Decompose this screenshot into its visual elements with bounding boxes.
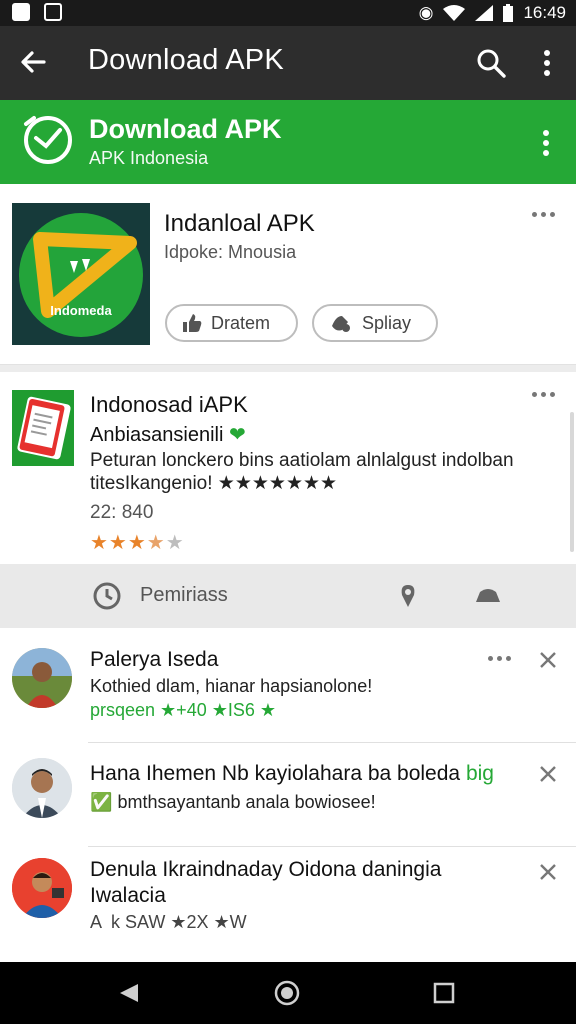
- battery-icon: [503, 4, 514, 22]
- vibrate-icon: ◉: [418, 3, 434, 22]
- listing-subtitle: Anbiasansienili ❤: [90, 422, 246, 447]
- permissions-bar[interactable]: Pemiriass: [0, 564, 576, 628]
- verified-check-icon: ✅: [90, 792, 113, 812]
- notification-item[interactable]: Denula Ikraindnaday Oidona daningia Iwal…: [0, 848, 576, 960]
- notification-text: ✅ bmthsayantanb anala bowiosee!: [90, 792, 376, 813]
- location-icon[interactable]: [398, 583, 418, 609]
- listing-description-line2: titesIkangenio! ★★★★★★★: [90, 473, 338, 494]
- thumbs-up-icon: [183, 314, 202, 332]
- notification-name: Hana Ihemen Nb kayiolahara ba boleda big: [90, 762, 494, 786]
- cloud-icon[interactable]: [474, 586, 502, 606]
- like-button-label: Dratem: [211, 312, 271, 333]
- listing-title: Indonosad iAPK: [90, 392, 248, 417]
- app-bar-title: Download APK: [88, 44, 284, 76]
- more-vert-icon[interactable]: [536, 46, 558, 80]
- notification-name: Palerya Iseda: [90, 648, 219, 671]
- phone-document-icon: [12, 390, 74, 466]
- app-card-featured[interactable]: Indomeda Indanloal APK Idpoke: Mnousia D…: [0, 186, 576, 365]
- listing-description-line1: Peturan lonckero bins aatiolam alnlalgus…: [90, 450, 514, 471]
- banner-subtitle: APK Indonesia: [89, 148, 209, 168]
- nav-home-icon[interactable]: [274, 980, 300, 1006]
- notification-item[interactable]: Palerya Iseda Kothied dlam, hianar hapsi…: [0, 630, 576, 740]
- app-subtitle: Idpoke: Mnousia: [164, 242, 297, 262]
- share-icon: [332, 316, 350, 332]
- close-icon[interactable]: [538, 862, 558, 882]
- notification-name-text: Hana Ihemen Nb kayiolahara ba boleda: [90, 762, 461, 785]
- system-nav-bar: [0, 962, 576, 1024]
- notification-divider: [88, 846, 576, 847]
- app-bar: Download APK: [0, 26, 576, 100]
- notification-gallery-icon: [44, 3, 62, 21]
- app-title: Indanloal APK: [164, 210, 315, 237]
- nav-recents-icon[interactable]: [433, 982, 455, 1004]
- share-button[interactable]: Spliay: [312, 304, 438, 342]
- close-icon[interactable]: [538, 650, 558, 670]
- app-banner[interactable]: Download APK APK Indonesia: [0, 100, 576, 184]
- section-divider: [0, 365, 576, 372]
- download-apk-logo-icon: [24, 116, 72, 164]
- notification-name-suffix: big: [465, 762, 494, 785]
- notification-meta: A k SAW ★2X ★W: [90, 912, 247, 932]
- status-bar: ◉ 16:49: [0, 0, 576, 26]
- app-card-listing[interactable]: Indonosad iAPK Anbiasansienili ❤ Peturan…: [0, 372, 576, 564]
- banner-more-icon[interactable]: [536, 126, 556, 160]
- download-count: 22: 840: [90, 502, 154, 523]
- wifi-icon: [443, 5, 466, 21]
- back-arrow-icon[interactable]: [16, 44, 52, 80]
- listing-subtitle-text: Anbiasansienili: [90, 424, 224, 446]
- app-icon: Indomeda: [12, 203, 150, 345]
- notification-app-icon: [12, 3, 30, 21]
- permissions-label: Pemiriass: [140, 584, 228, 606]
- notification-meta: prsqeen ★+40 ★IS6 ★: [90, 700, 277, 720]
- scrollbar[interactable]: [570, 412, 574, 552]
- like-button[interactable]: Dratem: [165, 304, 298, 342]
- notification-name-line2: Iwalacia: [90, 884, 166, 907]
- notification-item[interactable]: Hana Ihemen Nb kayiolahara ba boleda big…: [0, 744, 576, 844]
- star-rating: ★★★★★: [90, 532, 185, 554]
- clock-icon: [93, 582, 121, 610]
- green-heart-icon: ❤: [228, 424, 246, 446]
- notification-text-content: bmthsayantanb anala bowiosee!: [117, 792, 376, 812]
- search-icon[interactable]: [474, 46, 508, 80]
- nav-back-icon[interactable]: [118, 982, 140, 1004]
- app-icon-label: Indomeda: [50, 303, 112, 318]
- notification-text: Kothied dlam, hianar hapsianolone!: [90, 676, 373, 696]
- card-more-icon[interactable]: [532, 212, 555, 217]
- listing-more-icon[interactable]: [532, 392, 555, 397]
- avatar: [12, 758, 72, 818]
- status-time: 16:49: [523, 3, 566, 22]
- signal-icon: [475, 5, 494, 21]
- notification-divider: [88, 742, 576, 743]
- notification-name: Denula Ikraindnaday Oidona daningia: [90, 858, 442, 881]
- notification-more-icon[interactable]: [488, 656, 511, 661]
- share-button-label: Spliay: [362, 312, 412, 333]
- banner-title: Download APK: [89, 114, 282, 144]
- avatar: [12, 858, 72, 918]
- avatar: [12, 648, 72, 708]
- close-icon[interactable]: [538, 764, 558, 784]
